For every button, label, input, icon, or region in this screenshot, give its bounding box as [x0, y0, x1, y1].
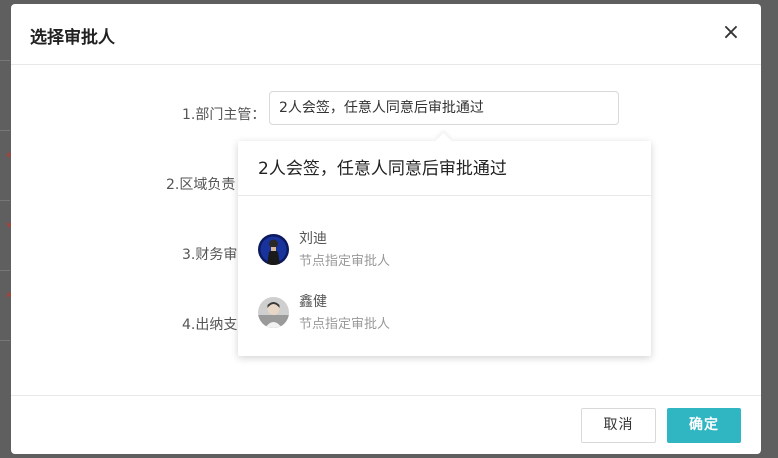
dialog-footer: 取消 确定: [11, 395, 761, 454]
close-icon[interactable]: ×: [721, 21, 741, 45]
approver-item[interactable]: 鑫健 节点指定审批人: [258, 291, 638, 332]
approver-subtitle: 节点指定审批人: [299, 254, 391, 269]
background-divider: [0, 200, 10, 201]
approver-name: 刘迪: [299, 231, 327, 247]
background-divider: [0, 130, 10, 131]
department-head-select[interactable]: 2人会签，任意人同意后审批通过: [269, 91, 619, 125]
confirm-button[interactable]: 确定: [667, 408, 741, 443]
cancel-button[interactable]: 取消: [581, 408, 656, 443]
background-divider: [0, 270, 10, 271]
approver-item[interactable]: 刘迪 节点指定审批人: [258, 228, 638, 269]
row-label-cashier: 4.出纳支: [182, 317, 238, 333]
dialog-header: 选择审批人 ×: [11, 4, 761, 65]
approver-name: 鑫健: [299, 294, 327, 310]
dialog-title: 选择审批人: [30, 28, 115, 48]
row-label-department-head: 1.部门主管：: [182, 107, 266, 123]
approver-dialog: 选择审批人 × 1.部门主管： 2人会签，任意人同意后审批通过 2.区域负责 3…: [11, 4, 761, 454]
background-divider: [0, 60, 10, 61]
background-divider: [0, 340, 10, 341]
avatar: [258, 297, 289, 328]
row-label-finance: 3.财务审: [182, 247, 238, 263]
approver-subtitle: 节点指定审批人: [299, 317, 391, 332]
row-label-region: 2.区域负责: [166, 177, 236, 193]
dropdown-header: 2人会签，任意人同意后审批通过: [238, 141, 651, 196]
avatar: [258, 234, 289, 265]
approver-dropdown: 2人会签，任意人同意后审批通过 刘迪 节点指定审批人 鑫健 节点指定审批人: [238, 132, 651, 356]
